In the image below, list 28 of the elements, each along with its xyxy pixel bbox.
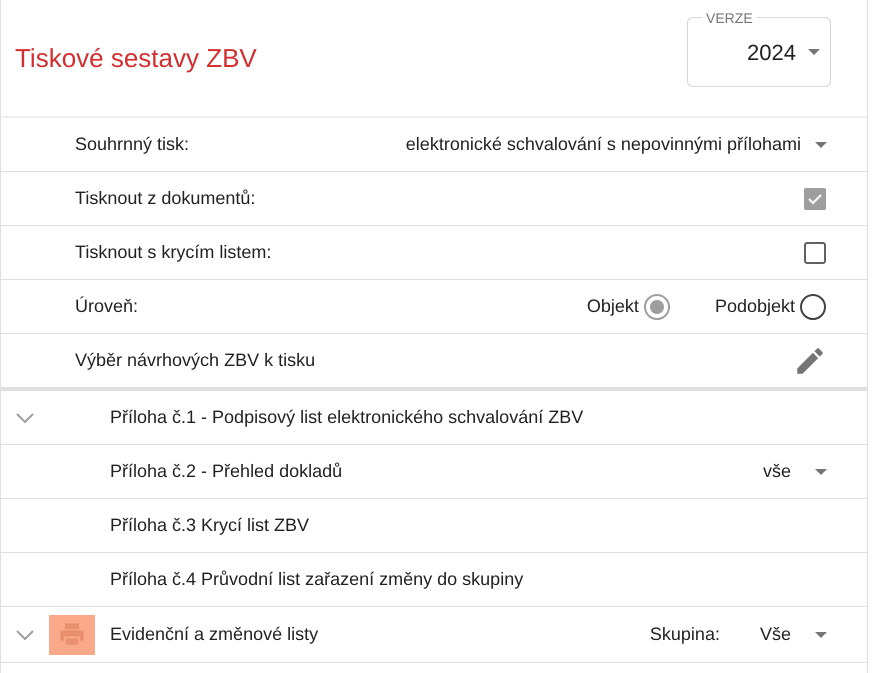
caret-icon (815, 468, 827, 474)
radio-button[interactable] (642, 292, 671, 320)
setting-label: Souhrnný tisk: (75, 134, 190, 154)
chevron-icon[interactable] (15, 412, 35, 424)
caret-icon (815, 142, 827, 148)
printer-icon (58, 622, 86, 648)
chevron-icon[interactable] (15, 628, 35, 640)
radio-button[interactable] (799, 292, 827, 320)
checkbox[interactable] (803, 240, 827, 264)
page-title: Tiskové sestavy ZBV (15, 42, 257, 74)
setting-label: Výběr návrhových ZBV k tisku (75, 349, 316, 372)
radio-label: Objekt (586, 295, 639, 318)
group-select[interactable]: Vše (760, 621, 827, 648)
setting-label: Tisknout s krycím listem: (75, 241, 272, 264)
caret-icon (808, 49, 820, 55)
attachment-label: Příloha č.4 Průvodní list zařazení změny do skupiny (110, 568, 524, 591)
print-mode-select[interactable]: elektronické schvalování s nepovinnými přílohami (406, 131, 827, 158)
section-label: Evidenční a změnové listy (110, 623, 320, 646)
radio-label: Podobjekt (714, 295, 795, 318)
attachment-label: Příloha č.1 - Podpisový list elektronického schvalování ZBV (110, 406, 584, 429)
attachment-select[interactable]: vše (762, 458, 827, 485)
attachment-label: Příloha č.3 Krycí list ZBV (110, 514, 310, 537)
checkbox[interactable] (803, 186, 827, 210)
setting-label: Úroveň: (75, 295, 138, 318)
caret-icon (815, 632, 827, 638)
setting-label: Tisknout z dokumentů: (75, 187, 256, 210)
group-label: Skupina: (650, 623, 720, 646)
attachment-label: Příloha č.2 - Přehled dokladů (110, 460, 344, 483)
